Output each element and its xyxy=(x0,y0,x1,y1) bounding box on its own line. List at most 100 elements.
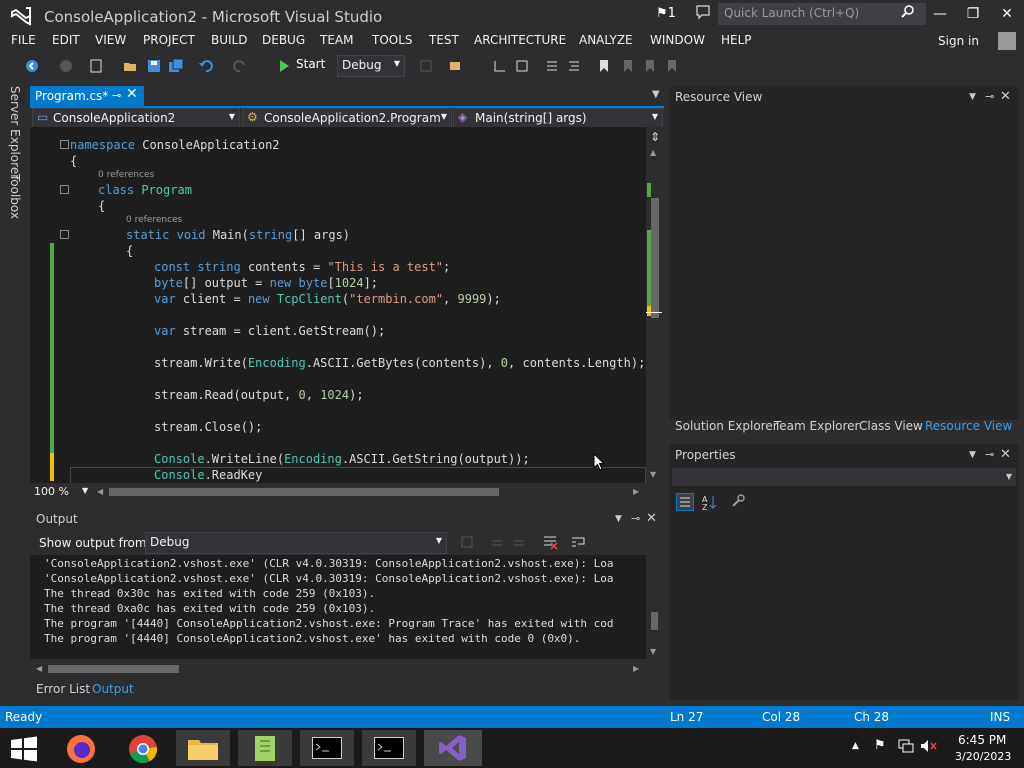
menu-build[interactable]: BUILD xyxy=(211,33,247,47)
class-nav-select[interactable]: ⚙ ConsoleApplication2.Program ▼ xyxy=(242,108,452,128)
output-hscroll-thumb[interactable] xyxy=(48,665,179,673)
notifications-flag[interactable]: ⚑1 xyxy=(656,6,676,21)
show-hidden-icons-icon[interactable]: ▲ xyxy=(852,741,859,751)
next-message-icon[interactable] xyxy=(512,535,526,549)
scroll-down-icon[interactable]: ▼ xyxy=(650,470,656,479)
menu-project[interactable]: PROJECT xyxy=(143,33,195,47)
firefox-icon[interactable] xyxy=(64,733,98,765)
new-project-icon[interactable] xyxy=(88,58,104,74)
scroll-down-icon[interactable]: ▼ xyxy=(650,647,656,656)
clear-bookmarks-icon[interactable] xyxy=(664,58,680,74)
bookmark-icon[interactable] xyxy=(596,58,612,74)
back-icon[interactable] xyxy=(24,58,40,74)
output-source-select[interactable]: Debug ▼ xyxy=(145,532,447,554)
save-all-icon[interactable] xyxy=(168,58,184,74)
start-button[interactable]: Start xyxy=(296,57,325,71)
undo-icon[interactable] xyxy=(198,58,214,74)
clock-date[interactable]: 3/20/2023 xyxy=(955,750,1011,763)
volume-muted-icon[interactable] xyxy=(920,739,938,753)
code-lens-references[interactable]: 0 references xyxy=(126,215,182,225)
uncomment-lines-icon[interactable] xyxy=(566,58,582,74)
restore-button[interactable]: ❐ xyxy=(964,5,982,23)
menu-view[interactable]: VIEW xyxy=(95,33,126,47)
collapse-icon[interactable] xyxy=(60,140,69,149)
step-icon[interactable] xyxy=(492,58,508,74)
clear-all-icon[interactable] xyxy=(542,534,558,550)
tab-resource-view[interactable]: Resource View xyxy=(925,419,1012,433)
account-avatar-icon[interactable] xyxy=(998,32,1016,50)
menu-test[interactable]: TEST xyxy=(429,33,459,47)
close-pane-icon[interactable]: ✕ xyxy=(1000,447,1011,462)
editor-hscroll-thumb[interactable] xyxy=(109,488,499,496)
close-pane-icon[interactable]: ✕ xyxy=(1000,89,1011,104)
search-icon[interactable] xyxy=(900,4,916,20)
output-scroll-thumb[interactable] xyxy=(651,612,658,630)
chrome-icon[interactable] xyxy=(126,733,160,765)
menu-architecture[interactable]: ARCHITECTURE xyxy=(474,33,566,47)
output-vertical-scrollbar[interactable] xyxy=(646,555,662,659)
pin-icon[interactable]: ⊸ xyxy=(631,512,640,525)
feedback-icon[interactable] xyxy=(695,4,711,20)
find-in-files-icon[interactable] xyxy=(448,58,464,74)
start-play-icon[interactable] xyxy=(280,60,289,72)
word-wrap-icon[interactable] xyxy=(570,534,586,550)
tab-solution-explorer[interactable]: Solution Explorer xyxy=(675,419,778,433)
tab-error-list[interactable]: Error List xyxy=(36,682,90,696)
project-nav-select[interactable]: ▭ ConsoleApplication2 ▼ xyxy=(32,108,240,128)
sign-in-link[interactable]: Sign in xyxy=(938,34,979,48)
minimize-button[interactable]: — xyxy=(931,5,949,23)
open-file-icon[interactable] xyxy=(122,58,138,74)
menu-analyze[interactable]: ANALYZE xyxy=(579,33,633,47)
menu-window[interactable]: WINDOW xyxy=(650,33,705,47)
menu-team[interactable]: TEAM xyxy=(320,33,353,47)
close-tab-icon[interactable]: ✕ xyxy=(126,86,138,102)
pin-icon[interactable]: ⊸ xyxy=(985,90,994,103)
menu-edit[interactable]: EDIT xyxy=(52,33,80,47)
configuration-select[interactable]: Debug ▼ xyxy=(337,55,405,77)
menu-tools[interactable]: TOOLS xyxy=(372,33,413,47)
property-pages-icon[interactable] xyxy=(730,493,746,509)
scroll-right-icon[interactable]: ▶ xyxy=(633,487,639,496)
save-icon[interactable] xyxy=(146,58,162,74)
step-over-icon[interactable] xyxy=(514,58,530,74)
attach-icon[interactable] xyxy=(418,58,434,74)
menu-debug[interactable]: DEBUG xyxy=(262,33,305,47)
prev-bookmark-icon[interactable] xyxy=(620,58,636,74)
scroll-up-icon[interactable]: ▲ xyxy=(650,148,656,157)
chevron-down-icon[interactable]: ▼ xyxy=(652,89,660,100)
tab-class-view[interactable]: Class View xyxy=(859,419,923,433)
toolbox-tab[interactable]: Toolbox xyxy=(8,174,22,219)
categorized-icon[interactable] xyxy=(676,493,694,511)
chevron-down-icon[interactable]: ▼ xyxy=(969,450,976,460)
collapse-icon[interactable] xyxy=(60,185,69,194)
next-bookmark-icon[interactable] xyxy=(642,58,658,74)
member-nav-select[interactable]: ◈ Main(string[] args) ▼ xyxy=(453,108,663,128)
prev-message-icon[interactable] xyxy=(490,535,504,549)
zoom-select[interactable]: 100 % ▼ xyxy=(34,485,92,499)
redo-icon[interactable] xyxy=(232,58,248,74)
editor-scroll-thumb[interactable] xyxy=(651,198,659,318)
server-explorer-tab[interactable]: Server Explorer xyxy=(8,86,22,179)
collapse-icon[interactable] xyxy=(60,230,69,239)
tab-team-explorer[interactable]: Team Explorer xyxy=(774,419,860,433)
flag-icon[interactable]: ⚑ xyxy=(874,738,886,753)
windows-start-icon[interactable] xyxy=(10,736,38,762)
pin-icon[interactable]: ⊸ xyxy=(985,448,994,461)
scroll-right-icon[interactable]: ▶ xyxy=(633,664,639,673)
clock-time[interactable]: 6:45 PM xyxy=(958,733,1006,747)
menu-help[interactable]: HELP xyxy=(721,33,752,47)
properties-object-select[interactable]: ▼ xyxy=(672,468,1016,486)
find-message-icon[interactable] xyxy=(460,535,474,549)
split-icon[interactable]: ⇕ xyxy=(650,130,660,144)
scroll-left-icon[interactable]: ◀ xyxy=(36,664,42,673)
chevron-down-icon[interactable]: ▼ xyxy=(969,92,976,102)
code-lens-references[interactable]: 0 references xyxy=(98,170,154,180)
comment-lines-icon[interactable] xyxy=(544,58,560,74)
pin-icon[interactable]: ⊸ xyxy=(112,89,121,102)
scroll-left-icon[interactable]: ◀ xyxy=(97,487,103,496)
close-pane-icon[interactable]: ✕ xyxy=(646,511,657,526)
forward-icon[interactable] xyxy=(58,58,74,74)
menu-file[interactable]: FILE xyxy=(11,33,36,47)
tab-output[interactable]: Output xyxy=(92,682,134,696)
close-window-button[interactable]: ✕ xyxy=(998,5,1016,23)
